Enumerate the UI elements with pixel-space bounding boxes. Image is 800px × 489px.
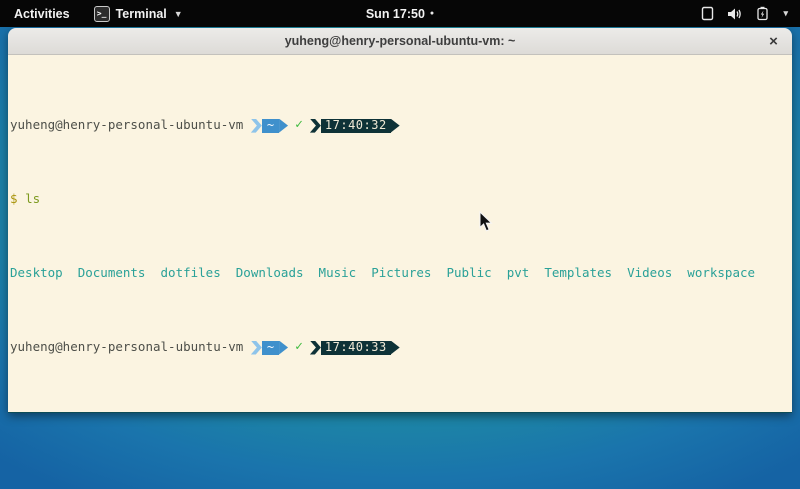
- window-title: yuheng@henry-personal-ubuntu-vm: ~: [285, 34, 516, 48]
- prompt-cwd-segment: ~: [251, 119, 288, 133]
- display-icon: [701, 6, 714, 21]
- check-icon: ✓: [295, 340, 303, 355]
- powerline-chevron-icon: [310, 341, 321, 355]
- powerline-arrow-icon: [391, 341, 400, 355]
- prompt-line-1: yuheng@henry-personal-ubuntu-vm ~ ✓ 17:4…: [10, 118, 790, 133]
- powerline-chevron-icon: [310, 119, 321, 133]
- check-icon: ✓: [295, 118, 303, 133]
- prompt-cwd: ~: [262, 341, 279, 355]
- chevron-down-icon: ▼: [174, 9, 183, 19]
- prompt-user-host: yuheng@henry-personal-ubuntu-vm: [10, 340, 251, 355]
- terminal-content[interactable]: yuheng@henry-personal-ubuntu-vm ~ ✓ 17:4…: [8, 55, 792, 413]
- app-menu-terminal[interactable]: >_ Terminal ▼: [84, 0, 193, 27]
- powerline-chevron-icon: [251, 341, 262, 355]
- prompt-time-segment: 17:40:32: [310, 119, 400, 133]
- app-menu-label: Terminal: [116, 7, 167, 21]
- powerline-arrow-icon: [279, 119, 288, 133]
- typed-command: ls: [25, 192, 40, 207]
- battery-charging-icon: [756, 6, 769, 21]
- powerline-chevron-icon: [251, 119, 262, 133]
- prompt-symbol: $: [10, 192, 25, 207]
- prompt-cwd-segment: ~: [251, 341, 288, 355]
- window-titlebar[interactable]: yuheng@henry-personal-ubuntu-vm: ~ ×: [8, 28, 792, 55]
- terminal-window: yuheng@henry-personal-ubuntu-vm: ~ × yuh…: [8, 28, 792, 413]
- top-bar: Activities >_ Terminal ▼ Sun 17:50 ● ▾: [0, 0, 800, 27]
- system-tray[interactable]: ▾: [689, 0, 800, 27]
- prompt-cwd: ~: [262, 119, 279, 133]
- prompt-time-segment: 17:40:33: [310, 341, 400, 355]
- powerline-arrow-icon: [279, 341, 288, 355]
- terminal-icon: >_: [94, 6, 110, 22]
- ls-output-line: Desktop Documents dotfiles Downloads Mus…: [10, 266, 790, 281]
- clock-label: Sun 17:50: [366, 7, 425, 21]
- notification-dot-icon: ●: [430, 10, 434, 17]
- prompt-time: 17:40:32: [321, 119, 391, 133]
- volume-icon: [727, 7, 743, 21]
- prompt-line-2: yuheng@henry-personal-ubuntu-vm ~ ✓ 17:4…: [10, 340, 790, 355]
- clock-button[interactable]: Sun 17:50 ●: [366, 7, 434, 21]
- prompt-user-host: yuheng@henry-personal-ubuntu-vm: [10, 118, 251, 133]
- powerline-arrow-icon: [391, 119, 400, 133]
- chevron-down-icon: ▾: [783, 8, 788, 19]
- command-line: $ ls: [10, 192, 790, 207]
- close-button[interactable]: ×: [763, 31, 784, 52]
- activities-button[interactable]: Activities: [0, 0, 84, 27]
- prompt-time: 17:40:33: [321, 341, 391, 355]
